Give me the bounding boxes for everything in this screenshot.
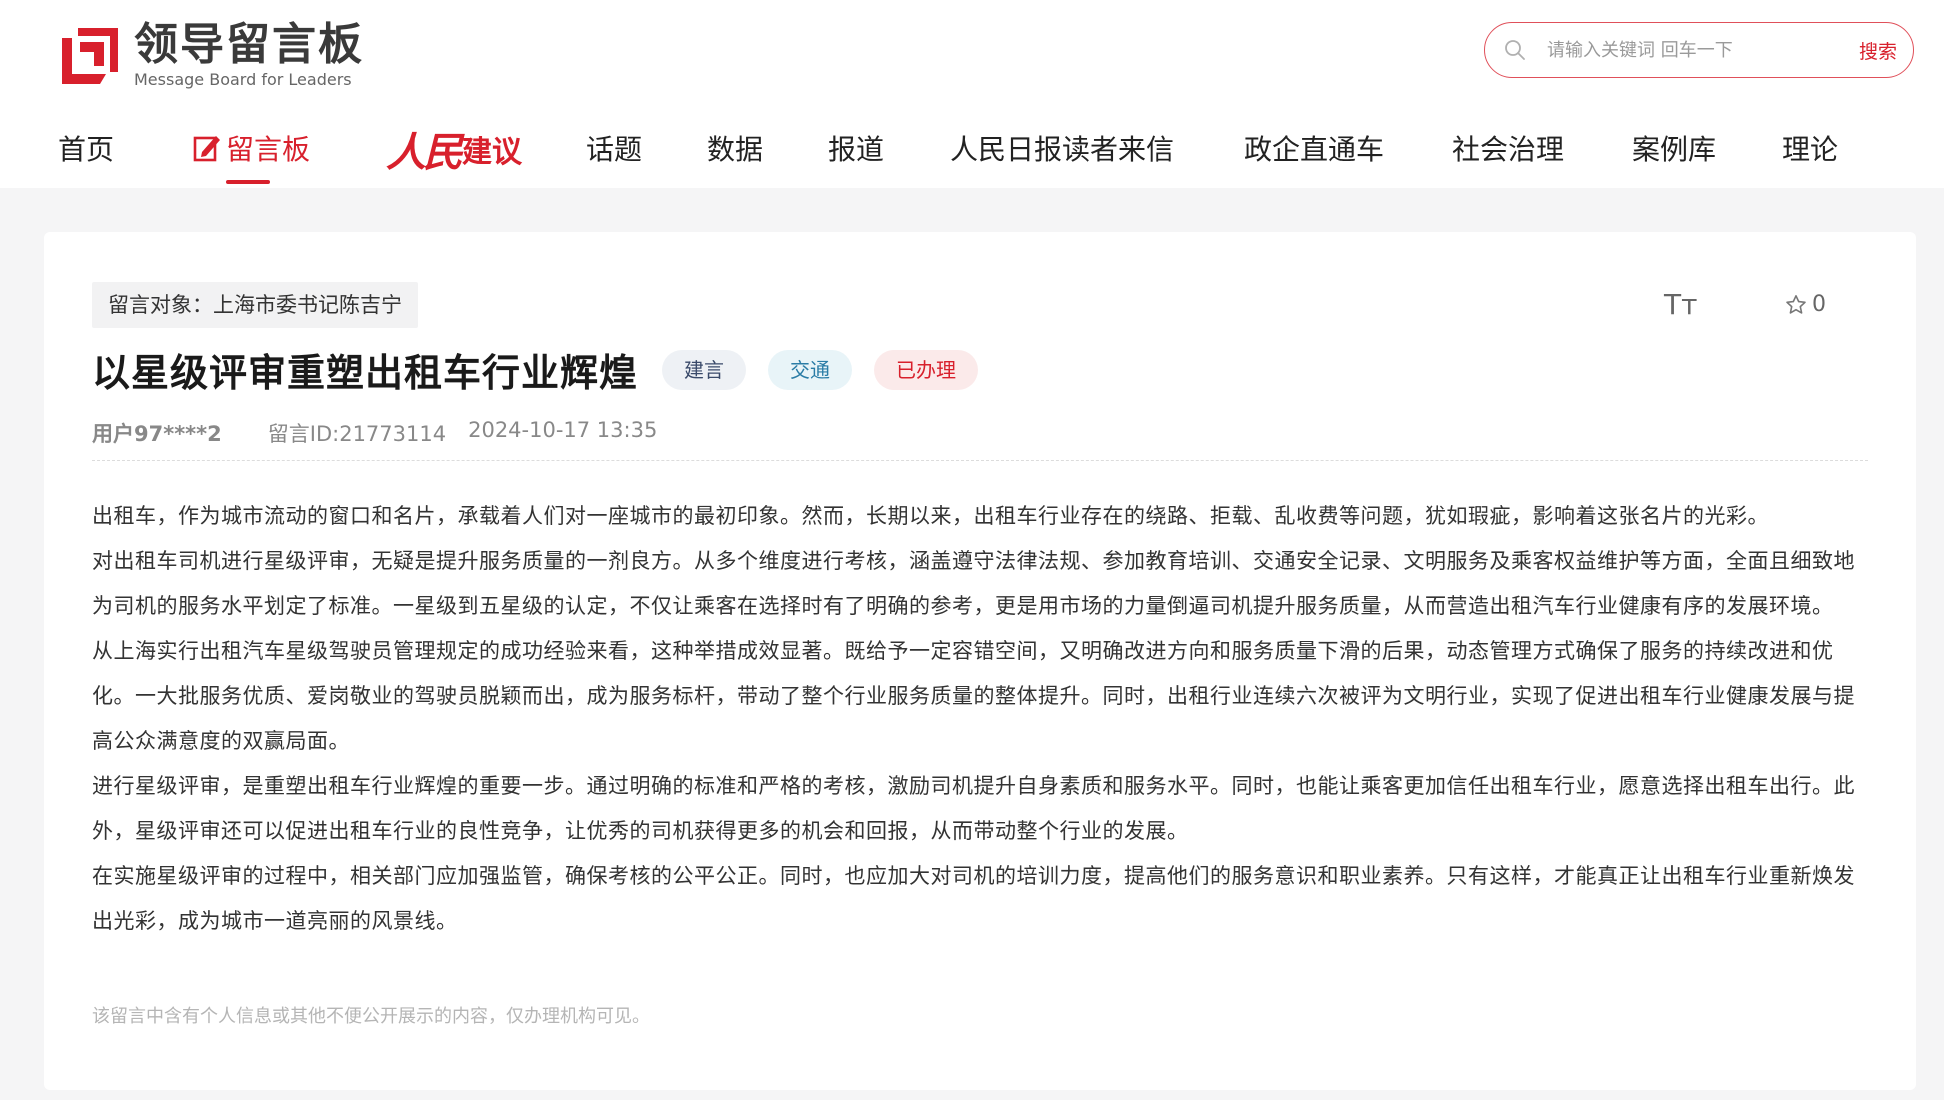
site-logo[interactable]: 领导留言板 Message Board for Leaders [58, 22, 364, 90]
nav-label: 理论 [1782, 133, 1839, 166]
logo-mark-icon [62, 28, 118, 84]
nav-gov-business[interactable]: 政企直通车 [1244, 128, 1384, 168]
nav-brand-label: 建议 [462, 135, 522, 170]
body-paragraph: 进行星级评审，是重塑出租车行业辉煌的重要一步。通过明确的标准和严格的考核，激励司… [92, 774, 1855, 843]
star-icon [1786, 294, 1806, 314]
nav-reports[interactable]: 报道 [828, 128, 884, 168]
nav-label: 政企直通车 [1244, 133, 1385, 166]
message-id: 留言ID:21773114 [267, 422, 447, 446]
search-input[interactable] [1545, 38, 1839, 62]
body-paragraph: 在实施星级评审的过程中，相关部门应加强监管，确保考核的公平公正。同时，也应加大对… [92, 864, 1855, 933]
body-paragraph: 对出租车司机进行星级评审，无疑是提升服务质量的一剂良方。从多个维度进行考核，涵盖… [92, 549, 1855, 618]
nav-label: 人民日报读者来信 [950, 133, 1175, 166]
body-paragraph: 出租车，作为城市流动的窗口和名片，承载着人们对一座城市的最初印象。然而，长期以来… [92, 504, 1769, 528]
favorite-button[interactable]: 0 [1784, 292, 1826, 317]
nav-label: 案例库 [1632, 133, 1717, 166]
message-title: 以星级评审重塑出租车行业辉煌 [92, 351, 639, 395]
nav-message-board[interactable]: 留言板 [192, 128, 310, 168]
nav-label: 话题 [586, 133, 643, 166]
nav-label: 报道 [828, 133, 885, 166]
nav-people-suggestion[interactable]: 人民 建议 [386, 120, 522, 178]
field-badge[interactable]: 交通 [768, 349, 853, 390]
search-button[interactable]: 搜索 [1859, 37, 1897, 64]
message-target: 留言对象：上海市委书记陈吉宁 [92, 282, 418, 328]
nav-label: 首页 [58, 133, 115, 166]
title-row: 以星级评审重塑出租车行业辉煌 建言 交通 已办理 [92, 342, 979, 397]
nav-label: 数据 [707, 133, 764, 166]
message-time: 2024-10-17 13:35 [468, 418, 658, 442]
body-paragraph: 从上海实行出租汽车星级驾驶员管理规定的成功经验来看，这种举措成效显著。既给予一定… [92, 639, 1855, 753]
nav-active-indicator [226, 180, 270, 184]
dashed-divider [92, 460, 1868, 461]
status-badge: 已办理 [874, 349, 979, 390]
category-badge[interactable]: 建言 [662, 349, 747, 390]
nav-reader-letters[interactable]: 人民日报读者来信 [950, 128, 1174, 168]
nav-home[interactable]: 首页 [58, 128, 114, 168]
main-nav: 首页 留言板 人民 建议 话题 数据 报道 人民日报读者来信 政企直通车 社会治… [0, 118, 1944, 188]
font-size-toggle[interactable]: Tт [1664, 288, 1697, 321]
privacy-note: 该留言中含有个人信息或其他不便公开展示的内容，仅办理机构可见。 [92, 1006, 650, 1027]
message-body: 出租车，作为城市流动的窗口和名片，承载着人们对一座城市的最初印象。然而，长期以来… [92, 494, 1868, 944]
favorite-count: 0 [1812, 292, 1826, 317]
logo-title: 领导留言板 [134, 19, 364, 70]
edit-note-icon [193, 136, 220, 162]
nav-topics[interactable]: 话题 [586, 128, 642, 168]
message-card: 留言对象：上海市委书记陈吉宁 Tт 0 以星级评审重塑出租车行业辉煌 建言 交通… [44, 232, 1916, 1090]
search-icon [1505, 40, 1525, 60]
site-header: 领导留言板 Message Board for Leaders 搜索 首页 留言… [0, 0, 1944, 188]
message-meta: 用户97****2 留言ID:21773114 2024-10-17 13:35 [92, 418, 657, 448]
nav-label: 留言板 [226, 133, 311, 166]
nav-theory[interactable]: 理论 [1782, 128, 1838, 168]
nav-label: 社会治理 [1452, 133, 1565, 166]
logo-subtitle: Message Board for Leaders [134, 70, 352, 89]
nav-brand-script: 人民 [386, 129, 463, 176]
author-name: 用户97****2 [92, 422, 222, 446]
nav-social-governance[interactable]: 社会治理 [1452, 128, 1564, 168]
nav-data[interactable]: 数据 [707, 128, 763, 168]
search-box: 搜索 [1484, 22, 1914, 78]
nav-case-library[interactable]: 案例库 [1632, 128, 1716, 168]
